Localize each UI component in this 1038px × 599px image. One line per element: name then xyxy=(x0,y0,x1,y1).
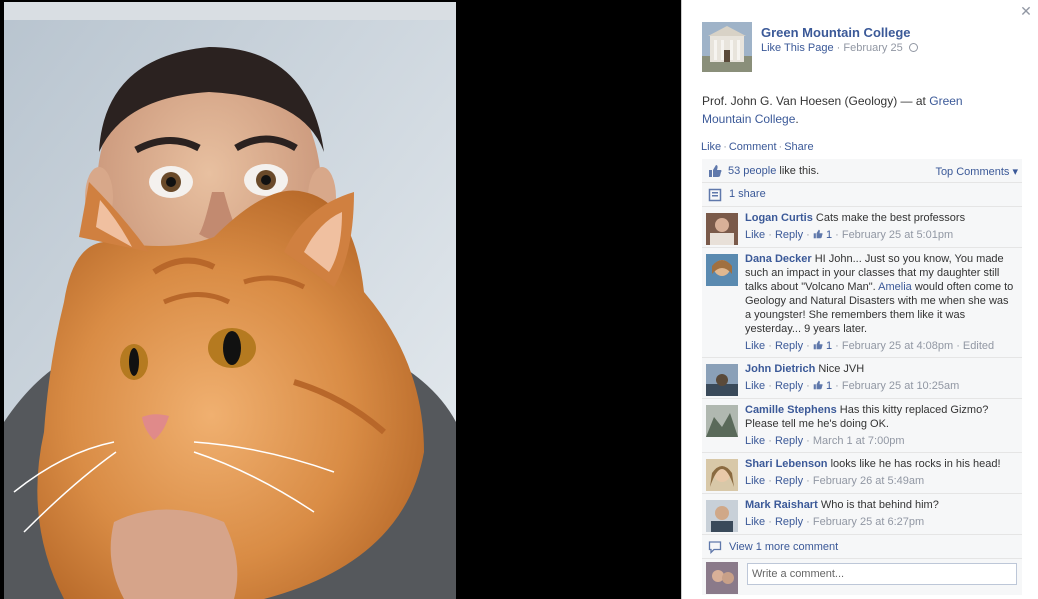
comment-text: Nice JVH xyxy=(818,363,865,375)
write-comment-row xyxy=(702,559,1022,595)
comment-item: Dana Decker HI John... Just so you know,… xyxy=(702,248,1022,358)
comment-reply-link[interactable]: Reply xyxy=(775,380,803,392)
close-icon[interactable]: ✕ xyxy=(1019,4,1033,18)
post-caption: Prof. John G. Van Hoesen (Geology) — at … xyxy=(702,92,1012,128)
feedback-box: 53 people like this. Top Comments ▾ 1 sh… xyxy=(702,159,1022,595)
shares-row: 1 share xyxy=(702,183,1022,207)
comment-author[interactable]: Shari Lebenson xyxy=(745,458,828,470)
comment-like-link[interactable]: Like xyxy=(745,516,765,528)
comment-reply-link[interactable]: Reply xyxy=(775,435,803,447)
avatar[interactable] xyxy=(706,500,738,532)
view-more-comments-link[interactable]: View 1 more comment xyxy=(729,541,838,553)
comment-like-link[interactable]: Like xyxy=(745,340,765,352)
share-icon xyxy=(708,188,722,202)
comment-author[interactable]: Logan Curtis xyxy=(745,212,813,224)
comment-time[interactable]: February 25 at 10:25am xyxy=(842,380,959,392)
comment-item: Mark Raishart Who is that behind him? Li… xyxy=(702,494,1022,535)
page-subline: Like This Page · February 25 xyxy=(761,42,918,54)
shares-link[interactable]: 1 share xyxy=(729,188,766,200)
mention-link[interactable]: Amelia xyxy=(878,281,912,293)
comment-time[interactable]: February 26 at 5:49am xyxy=(813,475,924,487)
comment-item: Shari Lebenson looks like he has rocks i… xyxy=(702,453,1022,494)
comment-like-count[interactable]: 1 xyxy=(826,340,832,352)
comment-item: Camille Stephens Has this kitty replaced… xyxy=(702,399,1022,453)
likes-count-link[interactable]: 53 people xyxy=(728,165,776,177)
share-action[interactable]: Share xyxy=(784,141,813,153)
avatar xyxy=(706,562,738,594)
comment-author[interactable]: Camille Stephens xyxy=(745,404,837,416)
thumbs-up-icon xyxy=(813,229,823,239)
thumbs-up-icon xyxy=(813,340,823,350)
globe-icon xyxy=(908,43,918,52)
page-name[interactable]: Green Mountain College xyxy=(761,25,911,40)
photo-stage xyxy=(0,0,681,599)
avatar[interactable] xyxy=(706,459,738,491)
comment-like-link[interactable]: Like xyxy=(745,435,765,447)
comment-like-count[interactable]: 1 xyxy=(826,380,832,392)
comment-reply-link[interactable]: Reply xyxy=(775,516,803,528)
view-more-row: View 1 more comment xyxy=(702,535,1022,559)
comment-author[interactable]: John Dietrich xyxy=(745,363,815,375)
thumbs-up-icon xyxy=(813,380,823,390)
comment-time[interactable]: February 25 at 4:08pm xyxy=(842,340,953,352)
edited-label[interactable]: Edited xyxy=(963,340,994,352)
avatar[interactable] xyxy=(706,364,738,396)
separator-dot: · xyxy=(778,141,783,153)
caption-text: Prof. John G. Van Hoesen (Geology) — at xyxy=(702,94,930,108)
photo-image xyxy=(4,2,456,599)
top-comments-dropdown[interactable]: Top Comments ▾ xyxy=(935,165,1018,178)
comment-author[interactable]: Mark Raishart xyxy=(745,499,818,511)
comment-time[interactable]: February 25 at 6:27pm xyxy=(813,516,924,528)
post-actions: Like · Comment · Share xyxy=(701,141,814,153)
page-thumbnail[interactable] xyxy=(702,22,752,72)
like-page-link[interactable]: Like This Page xyxy=(761,42,834,54)
avatar[interactable] xyxy=(706,254,738,286)
comment-item: Logan Curtis Cats make the best professo… xyxy=(702,207,1022,248)
likes-suffix: like this. xyxy=(776,165,820,177)
comment-item: John Dietrich Nice JVH Like · Reply · 1 … xyxy=(702,358,1022,399)
comment-author[interactable]: Dana Decker xyxy=(745,253,812,265)
likes-row: 53 people like this. Top Comments ▾ xyxy=(702,159,1022,183)
comment-like-link[interactable]: Like xyxy=(745,380,765,392)
comment-time[interactable]: March 1 at 7:00pm xyxy=(813,435,905,447)
comment-text: looks like he has rocks in his head! xyxy=(830,458,1001,470)
post-photo[interactable] xyxy=(4,2,456,599)
comment-reply-link[interactable]: Reply xyxy=(775,229,803,241)
likes-text: 53 people like this. xyxy=(728,165,819,177)
comment-action[interactable]: Comment xyxy=(729,141,777,153)
like-action[interactable]: Like xyxy=(701,141,721,153)
comment-text: Who is that behind him? xyxy=(820,499,939,511)
caption-end: . xyxy=(795,112,799,126)
comment-input[interactable] xyxy=(747,563,1017,585)
comment-like-count[interactable]: 1 xyxy=(826,229,832,241)
comment-bubble-icon xyxy=(708,541,722,554)
avatar[interactable] xyxy=(706,405,738,437)
comment-text: Cats make the best professors xyxy=(815,212,966,224)
post-date[interactable]: February 25 xyxy=(843,42,902,54)
comment-reply-link[interactable]: Reply xyxy=(775,475,803,487)
comment-reply-link[interactable]: Reply xyxy=(775,340,803,352)
comment-like-link[interactable]: Like xyxy=(745,475,765,487)
comment-like-link[interactable]: Like xyxy=(745,229,765,241)
separator-dot: · xyxy=(723,141,727,153)
comment-time[interactable]: February 25 at 5:01pm xyxy=(842,229,953,241)
thumbs-up-icon xyxy=(709,165,722,177)
avatar[interactable] xyxy=(706,213,738,245)
side-panel: ✕ Green Mountain College Like This Page … xyxy=(681,0,1038,599)
